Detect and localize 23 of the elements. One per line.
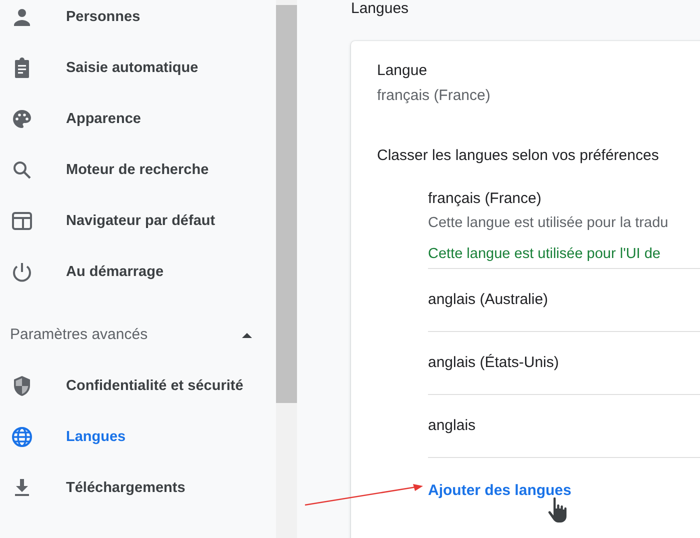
sidebar-item[interactable]: Moteur de recherche [0,144,276,195]
sidebar-item[interactable]: Saisie automatique [0,42,276,93]
scrollbar[interactable] [276,0,297,538]
ui-language-note: Cette langue est utilisée pour l'UI de [428,245,662,264]
language-name: anglais [428,416,476,436]
section-heading: Classer les langues selon vos préférences [377,146,660,166]
setting-label: Langue [377,61,428,81]
sidebar-item[interactable]: Téléchargements [0,462,276,513]
advanced-settings-toggle[interactable]: Paramètres avancés [0,309,276,360]
sidebar-item[interactable]: Personnes [0,0,276,42]
sidebar-item[interactable]: Apparence [0,93,276,144]
add-languages-link[interactable]: Ajouter des langues [428,478,572,502]
language-name: anglais (Australie) [428,290,548,310]
language-name: français (France) [428,189,542,209]
sidebar-item[interactable]: Navigateur par défaut [0,195,276,246]
globe-icon [10,424,34,448]
setting-value: français (France) [377,86,492,106]
translation-note: Cette langue est utilisée pour la tradu [428,214,670,233]
language-name: anglais (États-Unis) [428,353,559,373]
page-title: Langues [351,0,410,19]
sidebar-item[interactable]: Langues [0,411,276,462]
sidebar-item[interactable]: Au démarrage [0,246,276,297]
sidebar-item[interactable]: Confidentialité et sécurité [0,360,276,411]
